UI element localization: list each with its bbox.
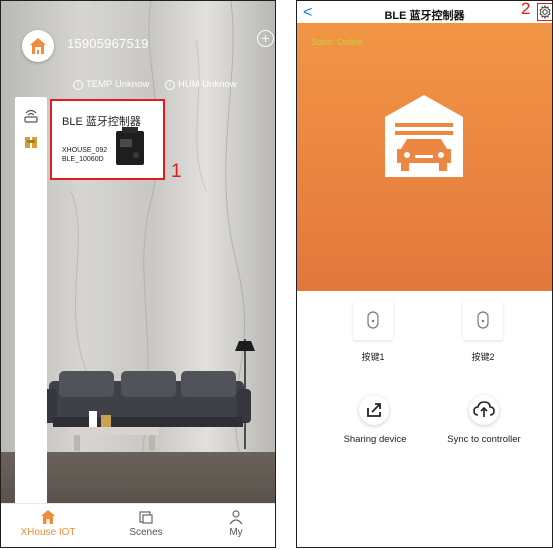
add-icon[interactable]: + — [257, 30, 274, 47]
device-category-icon[interactable] — [24, 135, 38, 149]
tab-home-label: XHouse IOT — [20, 527, 76, 538]
temperature-status: i TEMP Unknow — [73, 79, 149, 90]
controller-screen: < BLE 蓝牙控制器 2 State: Online 按键1 按键2 Shar… — [296, 0, 553, 548]
key-1-button[interactable] — [353, 300, 393, 340]
home-screen: 15905967519 + i TEMP Unknow i HUM Unknow… — [0, 0, 276, 548]
humidity-icon: i — [165, 79, 175, 90]
device-status: State: Online — [311, 37, 364, 47]
key-2-label: 按键2 — [471, 352, 495, 362]
tab-my-label: My — [229, 527, 243, 538]
bottom-tab-bar: XHouse IOT Scenes My — [1, 503, 275, 547]
living-room-sofa — [43, 339, 255, 451]
sharing-device-label: Sharing device — [343, 434, 407, 445]
step-marker-1: 1 — [171, 161, 182, 182]
sync-to-controller-label: Sync to controller — [447, 434, 521, 445]
router-icon[interactable] — [24, 109, 38, 123]
account-phone: 15905967519 — [67, 36, 149, 51]
avatar[interactable] — [22, 30, 54, 62]
home-icon — [41, 510, 55, 524]
house-logo-icon — [30, 38, 46, 54]
tab-home[interactable]: XHouse IOT — [13, 504, 83, 547]
tab-scenes-label: Scenes — [129, 527, 163, 538]
garage-door-icon — [385, 95, 463, 177]
key-2-icon — [477, 311, 489, 329]
temperature-label: TEMP Unknow — [86, 79, 150, 90]
thermometer-icon: i — [73, 79, 83, 90]
key-1-icon — [367, 311, 379, 329]
device-id-line1: XHOUSE_092 — [62, 147, 108, 154]
room-sidebar — [15, 97, 47, 507]
device-card-ble-controller[interactable]: BLE 蓝牙控制器 XHOUSE_092 BLE_10060D — [50, 99, 165, 180]
device-id-line2: BLE_10060D — [62, 156, 104, 163]
key-1-label: 按键1 — [361, 352, 385, 362]
nav-bar: < BLE 蓝牙控制器 2 — [297, 1, 552, 23]
humidity-label: HUM Unknow — [178, 79, 237, 90]
cloud-sync-icon — [473, 401, 495, 417]
tab-scenes[interactable]: Scenes — [111, 504, 181, 547]
humidity-status: i HUM Unknow — [165, 79, 237, 90]
gear-icon — [539, 5, 551, 19]
scenes-icon — [139, 511, 153, 524]
page-title: BLE 蓝牙控制器 — [384, 10, 465, 22]
controller-device-image — [116, 127, 144, 165]
sync-button[interactable] — [469, 395, 499, 425]
share-icon — [367, 403, 381, 417]
step-marker-2: 2 — [521, 0, 531, 18]
key-2-button[interactable] — [463, 300, 503, 340]
tab-my[interactable]: My — [201, 504, 271, 547]
user-icon — [229, 510, 243, 525]
share-button[interactable] — [359, 395, 389, 425]
settings-button[interactable] — [537, 3, 552, 21]
